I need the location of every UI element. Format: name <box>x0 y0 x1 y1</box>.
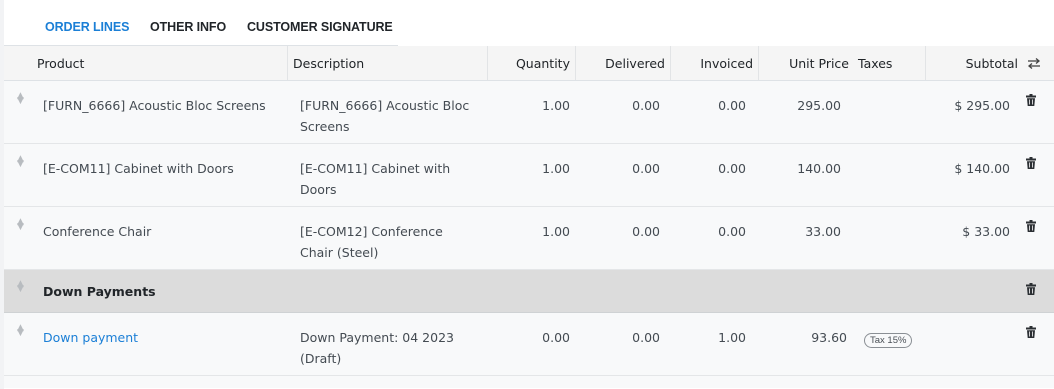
subtotal-cell: $ 295.00 <box>954 98 1010 113</box>
drag-handle-icon[interactable]: ▲ ▼ <box>17 280 24 294</box>
unit-price-cell[interactable]: 93.60 <box>758 327 847 348</box>
trash-icon[interactable] <box>1026 220 1036 232</box>
invoiced-cell[interactable]: 0.00 <box>670 95 746 116</box>
description-cell[interactable]: Down Payment: 04 2023 (Draft) <box>300 327 470 369</box>
tax-badge: Tax 15% <box>864 333 913 348</box>
unit-price-cell[interactable]: 295.00 <box>758 95 841 116</box>
trash-icon[interactable] <box>1026 283 1036 295</box>
drag-handle-icon[interactable]: ▲ ▼ <box>17 155 24 169</box>
column-header-product[interactable]: Product <box>37 56 84 71</box>
column-header-unit-price[interactable]: Unit Price <box>758 56 849 71</box>
trash-icon[interactable] <box>1026 157 1036 169</box>
optional-columns-icon[interactable] <box>1027 57 1041 70</box>
drag-handle-icon[interactable]: ▲ ▼ <box>17 324 24 338</box>
table-row[interactable]: ▲ ▼ Conference Chair [E-COM12] Conference… <box>4 207 1054 270</box>
column-header-invoiced[interactable]: Invoiced <box>670 56 753 71</box>
unit-price-cell[interactable]: 140.00 <box>758 158 841 179</box>
quantity-cell[interactable]: 0.00 <box>487 327 570 348</box>
delivered-cell[interactable]: 0.00 <box>575 95 660 116</box>
product-cell[interactable]: [FURN_6666] Acoustic Bloc Screens <box>43 95 266 116</box>
quantity-cell[interactable]: 1.00 <box>487 158 570 179</box>
tax-tag[interactable]: Tax 15% <box>864 328 913 349</box>
section-row-down-payments[interactable]: ▲ ▼ Down Payments <box>4 270 1054 313</box>
tab-order-lines[interactable]: ORDER LINES <box>45 20 129 34</box>
quantity-cell[interactable]: 1.00 <box>487 95 570 116</box>
table-row[interactable]: ▲ ▼ [E-COM11] Cabinet with Doors [E-COM11… <box>4 144 1054 207</box>
column-divider <box>287 46 288 80</box>
drag-handle-icon[interactable]: ▲ ▼ <box>17 218 24 232</box>
column-header-description[interactable]: Description <box>293 56 364 71</box>
subtotal-cell: $ 33.00 <box>962 224 1010 239</box>
tab-other-info[interactable]: OTHER INFO <box>150 20 226 34</box>
delivered-cell[interactable]: 0.00 <box>575 158 660 179</box>
product-cell[interactable]: [E-COM11] Cabinet with Doors <box>43 158 234 179</box>
product-cell[interactable]: Conference Chair <box>43 221 151 242</box>
table-row[interactable]: ▲ ▼ [FURN_6666] Acoustic Bloc Screens [FU… <box>4 81 1054 144</box>
down-payment-link[interactable]: Down payment <box>43 327 138 348</box>
quantity-cell[interactable]: 1.00 <box>487 221 570 242</box>
subtotal-cell: $ 140.00 <box>954 161 1010 176</box>
description-cell[interactable]: [E-COM11] Cabinet with Doors <box>300 158 465 200</box>
column-header-delivered[interactable]: Delivered <box>575 56 665 71</box>
order-lines-table: Product Description Quantity Delivered I… <box>4 46 1054 388</box>
invoiced-cell[interactable]: 1.00 <box>670 327 746 348</box>
description-cell[interactable]: [FURN_6666] Acoustic Bloc Screens <box>300 95 485 137</box>
invoiced-cell[interactable]: 0.00 <box>670 158 746 179</box>
unit-price-cell[interactable]: 33.00 <box>758 221 841 242</box>
drag-handle-icon[interactable]: ▲ ▼ <box>17 92 24 106</box>
table-header: Product Description Quantity Delivered I… <box>4 46 1054 81</box>
delivered-cell[interactable]: 0.00 <box>575 221 660 242</box>
invoiced-cell[interactable]: 0.00 <box>670 221 746 242</box>
description-cell[interactable]: [E-COM12] Conference Chair (Steel) <box>300 221 465 263</box>
trash-icon[interactable] <box>1026 326 1036 338</box>
tab-customer-signature[interactable]: CUSTOMER SIGNATURE <box>247 20 393 34</box>
notebook-tabs: ORDER LINES OTHER INFO CUSTOMER SIGNATUR… <box>4 0 398 46</box>
column-header-subtotal[interactable]: Subtotal <box>925 56 1018 71</box>
table-row[interactable]: ▲ ▼ Down payment Down Payment: 04 2023 (D… <box>4 313 1054 376</box>
section-label[interactable]: Down Payments <box>43 284 156 299</box>
trash-icon[interactable] <box>1026 94 1036 106</box>
column-header-taxes[interactable]: Taxes <box>858 56 892 71</box>
delivered-cell[interactable]: 0.00 <box>575 327 660 348</box>
column-header-quantity[interactable]: Quantity <box>487 56 570 71</box>
table-footer-spacer <box>4 376 1054 388</box>
